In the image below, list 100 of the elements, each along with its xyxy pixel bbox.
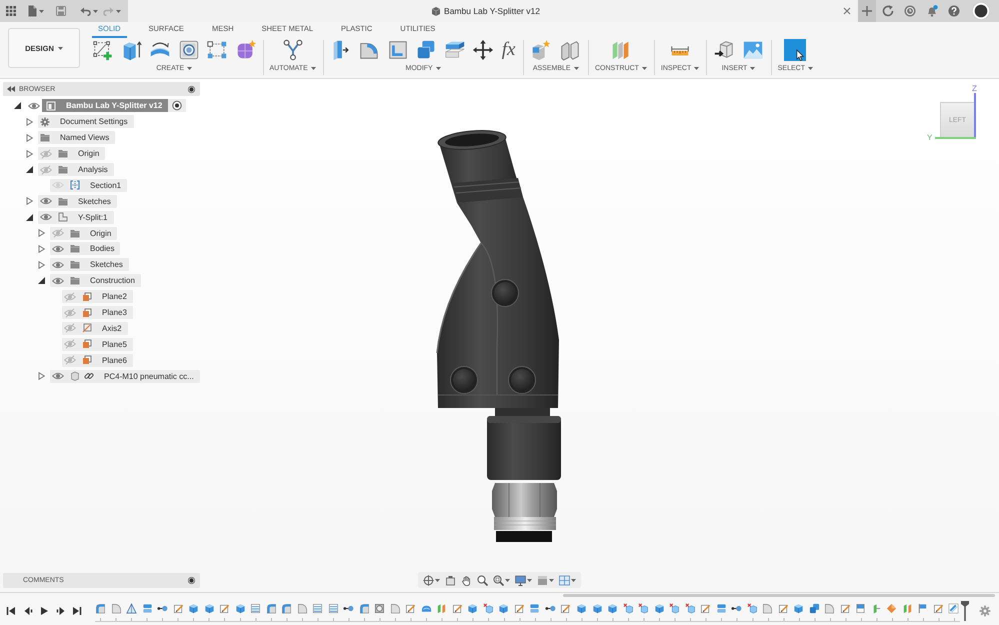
orbit-icon[interactable] xyxy=(423,574,434,586)
clipboard-icon[interactable] xyxy=(445,574,456,586)
sketch-icon[interactable] xyxy=(778,603,789,614)
tree-item[interactable]: Named Views xyxy=(38,131,116,144)
tree-item[interactable]: Document Settings xyxy=(38,115,134,128)
tree-item[interactable]: Origin xyxy=(38,147,106,160)
cross-cube-icon[interactable] xyxy=(482,603,494,614)
caret-icon[interactable] xyxy=(310,67,316,70)
parameters-button[interactable]: fx xyxy=(500,39,516,61)
caret-icon[interactable] xyxy=(505,578,510,582)
caret-icon[interactable] xyxy=(93,10,98,12)
undo-icon[interactable] xyxy=(80,6,91,16)
sketch-icon[interactable] xyxy=(932,603,944,614)
rounded-block-icon[interactable] xyxy=(762,603,774,614)
skip-start-icon[interactable] xyxy=(6,606,16,616)
tree-item[interactable]: Sketches xyxy=(50,258,129,272)
joint-icon[interactable] xyxy=(343,603,354,614)
hole-icon[interactable] xyxy=(178,39,200,61)
cube-icon[interactable] xyxy=(592,603,602,614)
close-icon[interactable] xyxy=(843,7,851,15)
cube-icon[interactable] xyxy=(204,603,215,614)
layered-block-icon[interactable] xyxy=(529,603,540,614)
sketch-icon[interactable] xyxy=(560,603,572,614)
caret-icon[interactable] xyxy=(527,578,532,582)
zoom-icon[interactable] xyxy=(477,574,488,586)
eye-icon[interactable] xyxy=(28,100,40,111)
cross-cube-icon[interactable] xyxy=(638,603,650,614)
stripes-icon[interactable] xyxy=(250,603,262,614)
plus-icon[interactable] xyxy=(858,0,876,22)
two-cubes-icon[interactable] xyxy=(415,39,438,61)
double-arrow-icon[interactable] xyxy=(7,86,15,92)
tree-item[interactable]: Y-Split:1 xyxy=(38,210,114,224)
tree-item[interactable]: Plane3 xyxy=(62,306,133,320)
cube-icon[interactable] xyxy=(607,603,618,614)
cross-cube-icon[interactable] xyxy=(684,603,696,614)
two-panels-icon[interactable] xyxy=(558,39,581,61)
refresh-icon[interactable] xyxy=(882,5,894,17)
eye-icon[interactable] xyxy=(52,260,64,270)
cross-cube-icon[interactable] xyxy=(669,603,680,614)
diagonal-stripe-icon[interactable] xyxy=(948,603,960,614)
tree-item[interactable]: Construction xyxy=(50,274,141,288)
sketch-icon[interactable] xyxy=(700,603,712,614)
eye-icon[interactable] xyxy=(52,371,64,382)
circle-dot-icon[interactable] xyxy=(188,576,195,584)
cube-sparkle-icon[interactable] xyxy=(530,39,552,61)
caret-icon[interactable] xyxy=(436,67,441,70)
tree-item[interactable]: Axis2 xyxy=(62,322,128,335)
sketch-icon[interactable] xyxy=(172,603,184,614)
caret-icon[interactable] xyxy=(187,67,192,70)
tree-item[interactable]: Plane6 xyxy=(62,354,133,367)
tree-item[interactable]: Plane2 xyxy=(62,290,133,304)
sketch-icon[interactable] xyxy=(840,603,851,614)
cube-icon[interactable] xyxy=(576,603,587,614)
bevel-block-icon[interactable] xyxy=(358,603,370,614)
cube-icon[interactable] xyxy=(467,603,478,614)
expand-arrow-icon[interactable] xyxy=(26,166,32,173)
tree-item[interactable]: PC4-M10 pneumatic cc... xyxy=(50,370,200,383)
caret-icon[interactable] xyxy=(808,67,813,70)
help-icon[interactable] xyxy=(948,5,960,17)
radio-icon[interactable] xyxy=(168,99,186,112)
plane-pair-icon[interactable] xyxy=(436,603,448,614)
sketch-icon[interactable] xyxy=(514,603,525,614)
cube-icon[interactable] xyxy=(498,603,510,614)
caret-icon[interactable] xyxy=(642,67,647,70)
tree-item[interactable]: Plane5 xyxy=(62,338,133,351)
cube-icon[interactable] xyxy=(188,603,200,614)
caret-icon[interactable] xyxy=(116,10,121,12)
sketch-icon[interactable] xyxy=(219,603,230,614)
tree-item[interactable]: Sketches xyxy=(38,194,117,208)
eye-icon[interactable] xyxy=(52,276,64,286)
rounded-block-icon[interactable] xyxy=(390,603,401,614)
shell-icon[interactable] xyxy=(386,39,409,61)
monitor-icon[interactable] xyxy=(515,574,526,586)
triangle-icon[interactable] xyxy=(126,603,138,614)
flag-icon[interactable] xyxy=(917,603,928,614)
caret-icon[interactable] xyxy=(435,578,440,582)
expand-arrow-icon[interactable] xyxy=(14,102,20,110)
cube-icon[interactable] xyxy=(793,603,804,614)
pattern-icon[interactable] xyxy=(206,39,228,61)
bevel-block-icon[interactable] xyxy=(266,603,277,614)
joint-icon[interactable] xyxy=(731,603,742,614)
caret-icon[interactable] xyxy=(39,10,44,12)
hole-icon[interactable] xyxy=(374,603,386,614)
move-arrows-icon[interactable] xyxy=(472,39,494,61)
cube-icon[interactable] xyxy=(654,603,665,614)
bevel-block-icon[interactable] xyxy=(95,603,106,614)
insert-arrow-icon[interactable] xyxy=(713,39,736,61)
shaded-square-icon[interactable] xyxy=(537,574,548,586)
stripes-icon[interactable] xyxy=(312,603,324,614)
bell-icon[interactable] xyxy=(926,5,938,17)
clock-icon[interactable] xyxy=(904,5,916,17)
plane-icon[interactable] xyxy=(855,603,866,614)
document-tab[interactable]: Bambu Lab Y-Splitter v12 xyxy=(128,0,858,22)
layered-block-icon[interactable] xyxy=(142,603,153,614)
node-graph-icon[interactable] xyxy=(282,39,304,61)
two-cubes-icon[interactable] xyxy=(808,603,820,614)
hand-icon[interactable] xyxy=(461,574,472,586)
avatar-icon[interactable] xyxy=(972,2,990,20)
image-icon[interactable] xyxy=(742,39,764,61)
cursor-icon[interactable] xyxy=(784,39,806,61)
